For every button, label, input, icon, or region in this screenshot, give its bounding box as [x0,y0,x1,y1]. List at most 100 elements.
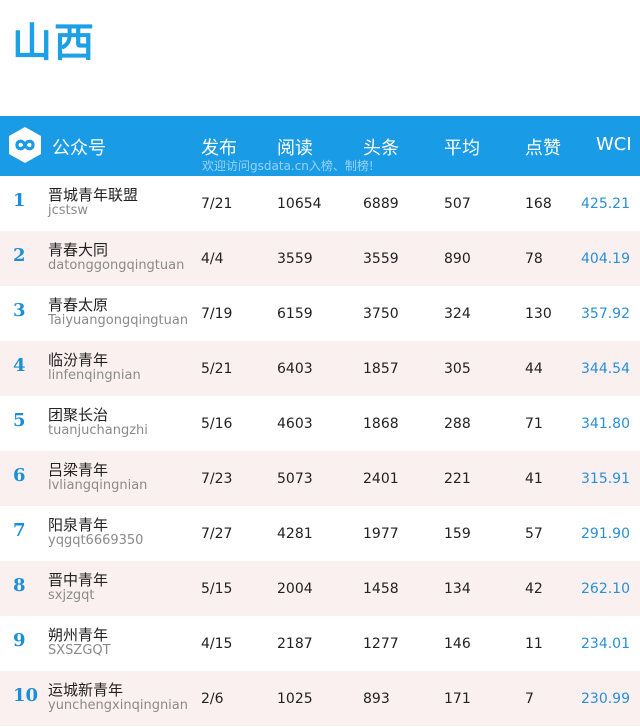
table-row: 4 临汾青年 linfenqingnian 5/21 6403 1857 305… [0,341,640,396]
reads-value: 4603 [277,416,313,432]
publish-value: 4/15 [201,636,233,652]
account-name: 团聚长治 [48,406,109,424]
average-value: 890 [444,251,471,267]
table-row: 10 运城新青年 yunchengxinqingnian 2/6 1025 89… [0,671,640,726]
reads-value: 3559 [277,251,313,267]
account-name: 青春太原 [48,296,109,314]
likes-value: 130 [525,306,552,322]
reads-value: 10654 [277,196,322,212]
average-value: 507 [444,196,471,212]
account-id: lvliangqingnian [48,478,148,493]
headline-value: 893 [363,691,390,707]
likes-value: 57 [525,526,543,542]
table-row: 1 晋城青年联盟 jcstsw 7/21 10654 6889 507 168 … [0,176,640,231]
table-row: 7 阳泉青年 yqgqt6669350 7/27 4281 1977 159 5… [0,506,640,561]
header-likes: 点赞 [525,138,561,159]
publish-value: 4/4 [201,251,224,267]
likes-value: 7 [525,691,534,707]
reads-value: 6159 [277,306,313,322]
likes-value: 44 [525,361,543,377]
average-value: 288 [444,416,471,432]
headline-value: 1277 [363,636,399,652]
publish-value: 7/21 [201,196,233,212]
wci-value: 315.91 [581,471,630,487]
average-value: 324 [444,306,471,322]
table-row: 2 青春大同 datonggongqingtuan 4/4 3559 3559 … [0,231,640,286]
account-name: 吕梁青年 [48,461,109,479]
average-value: 146 [444,636,471,652]
headline-value: 2401 [363,471,399,487]
account-name: 晋城青年联盟 [48,186,139,204]
headline-value: 3559 [363,251,399,267]
infinity-logo-icon [9,127,41,163]
reads-value: 4281 [277,526,313,542]
account-name: 青春大同 [48,241,109,259]
header-average: 平均 [444,138,480,159]
wci-value: 425.21 [581,196,630,212]
wci-value: 404.19 [581,251,630,267]
rank: 10 [13,685,39,706]
likes-value: 168 [525,196,552,212]
average-value: 159 [444,526,471,542]
average-value: 305 [444,361,471,377]
table-row: 9 朔州青年 SXSZGQT 4/15 2187 1277 146 11 234… [0,616,640,671]
account-name: 阳泉青年 [48,516,109,534]
reads-value: 2187 [277,636,313,652]
likes-value: 42 [525,581,543,597]
table-row: 8 晋中青年 sxjzgqt 5/15 2004 1458 134 42 262… [0,561,640,616]
likes-value: 41 [525,471,543,487]
account-id: linfenqingnian [48,368,141,383]
likes-value: 78 [525,251,543,267]
page-title: 山西 [12,20,96,66]
headline-value: 1977 [363,526,399,542]
likes-value: 71 [525,416,543,432]
wci-value: 234.01 [581,636,630,652]
table-header: 公众号 发布 阅读 头条 平均 点赞 WCI 欢迎访问gsdata.cn入榜、制… [0,116,640,176]
watermark-text: 欢迎访问gsdata.cn入榜、制榜! [202,159,374,173]
headline-value: 6889 [363,196,399,212]
account-id: yunchengxinqingnian [48,698,189,713]
wci-value: 262.10 [581,581,630,597]
account-name: 朔州青年 [48,626,109,644]
rank: 3 [13,300,26,321]
ranking-table: 1 晋城青年联盟 jcstsw 7/21 10654 6889 507 168 … [0,176,640,726]
publish-value: 7/19 [201,306,233,322]
account-id: Taiyuangongqingtuan [48,313,189,328]
rank: 1 [13,190,26,211]
account-id: SXSZGQT [48,643,111,658]
likes-value: 11 [525,636,543,652]
account-name: 临汾青年 [48,351,109,369]
reads-value: 1025 [277,691,313,707]
table-row: 6 吕梁青年 lvliangqingnian 7/23 5073 2401 22… [0,451,640,506]
table-row: 5 团聚长治 tuanjuchangzhi 5/16 4603 1868 288… [0,396,640,451]
account-id: datonggongqingtuan [48,258,185,273]
account-id: jcstsw [48,203,89,218]
rank: 6 [13,465,26,486]
publish-value: 5/21 [201,361,233,377]
account-id: tuanjuchangzhi [48,423,148,438]
publish-value: 5/15 [201,581,233,597]
average-value: 171 [444,691,471,707]
headline-value: 1458 [363,581,399,597]
wci-value: 341.80 [581,416,630,432]
account-id: yqgqt6669350 [48,533,144,548]
headline-value: 1868 [363,416,399,432]
reads-value: 2004 [277,581,313,597]
publish-value: 2/6 [201,691,224,707]
wci-value: 230.99 [581,691,630,707]
average-value: 134 [444,581,471,597]
rank: 8 [13,575,26,596]
rank: 5 [13,410,26,431]
table-row: 3 青春太原 Taiyuangongqingtuan 7/19 6159 375… [0,286,640,341]
rank: 7 [13,520,26,541]
wci-value: 357.92 [581,306,630,322]
account-name: 晋中青年 [48,571,109,589]
wci-value: 291.90 [581,526,630,542]
publish-value: 7/27 [201,526,233,542]
rank: 9 [13,630,26,651]
reads-value: 6403 [277,361,313,377]
account-id: sxjzgqt [48,588,95,603]
publish-value: 5/16 [201,416,233,432]
average-value: 221 [444,471,471,487]
headline-value: 3750 [363,306,399,322]
